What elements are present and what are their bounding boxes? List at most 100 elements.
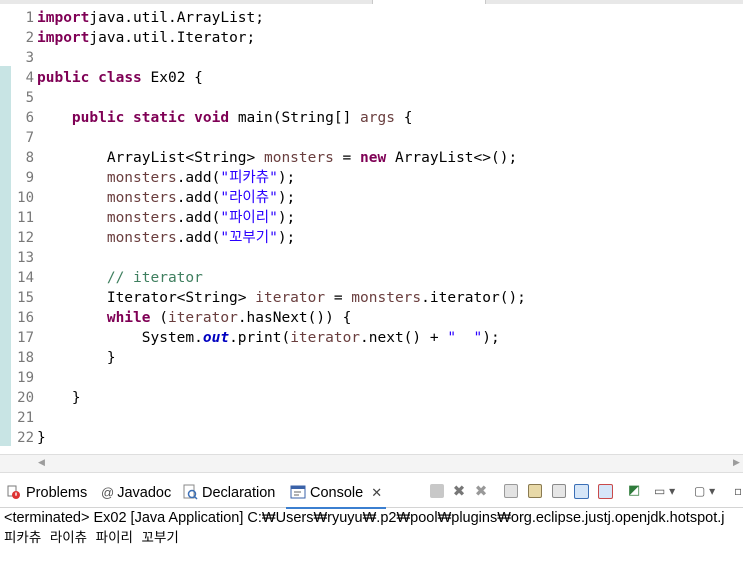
scroll-right-icon[interactable]: ▶: [733, 458, 740, 468]
editor-horizontal-scrollbar[interactable]: ◀ ▶: [0, 454, 743, 473]
code-text: while (iterator.hasNext()) {: [37, 308, 351, 328]
code-line: 10 monsters.add("라이츄");: [0, 188, 743, 208]
code-token: ArrayList<String>: [37, 150, 264, 166]
close-icon[interactable]: ✕: [371, 485, 382, 500]
tab-javadoc[interactable]: @ Javadoc: [101, 483, 171, 503]
code-token: );: [277, 230, 296, 246]
code-text: monsters.add("파이리");: [37, 208, 295, 228]
code-token: monsters: [106, 190, 177, 206]
code-token: System.: [37, 330, 203, 346]
code-line: 21: [0, 408, 743, 428]
pin-console-icon[interactable]: [574, 484, 589, 499]
tab-console[interactable]: Console ✕: [286, 481, 387, 509]
new-console-icon[interactable]: ▢ ▾: [694, 484, 720, 498]
tab-javadoc-label: Javadoc: [117, 485, 172, 501]
code-text: }: [37, 348, 116, 368]
code-text: ArrayList<String> monsters = new ArrayLi…: [37, 148, 517, 168]
line-number: 13: [17, 250, 34, 266]
code-line: 9 monsters.add("피카츄");: [0, 168, 743, 188]
code-token: // iterator: [106, 270, 203, 286]
line-number: 4: [25, 70, 34, 86]
minimize-icon[interactable]: ▫: [734, 484, 743, 498]
tab-problems[interactable]: Problems: [6, 483, 87, 503]
code-token: .hasNext()) {: [237, 310, 352, 326]
code-token: void: [194, 110, 230, 126]
line-number: 1: [25, 10, 34, 26]
remove-launch-icon[interactable]: ✖: [452, 484, 466, 499]
code-text: public class Ex02 {: [37, 68, 203, 88]
code-text: }: [37, 428, 46, 448]
code-text: }: [37, 388, 81, 408]
code-text: monsters.add("라이츄");: [37, 188, 295, 208]
code-token: class: [98, 70, 142, 86]
code-token: .iterator();: [421, 290, 526, 306]
code-token: ArrayList<>();: [386, 150, 518, 166]
code-token: "피카츄": [220, 170, 278, 186]
code-token: "파이리": [220, 210, 278, 226]
code-token: java.util.ArrayList;: [89, 10, 264, 26]
view-menu-icon[interactable]: ▭ ▾: [654, 484, 680, 498]
code-token: java.util.Iterator;: [89, 30, 256, 46]
code-token: );: [277, 190, 296, 206]
code-line: 11 monsters.add("파이리");: [0, 208, 743, 228]
line-number: 17: [17, 330, 34, 346]
code-line: 6 public static void main(String[] args …: [0, 108, 743, 128]
code-token: (: [150, 310, 168, 326]
code-line: 16 while (iterator.hasNext()) {: [0, 308, 743, 328]
code-token: monsters: [106, 230, 177, 246]
code-text: Iterator<String> iterator = monsters.ite…: [37, 288, 526, 308]
code-token: import: [37, 30, 90, 46]
clear-console-icon[interactable]: [504, 484, 518, 498]
code-token: }: [37, 430, 46, 446]
code-token: import: [37, 10, 90, 26]
code-token: "라이츄": [220, 190, 278, 206]
word-wrap-icon[interactable]: [552, 484, 566, 498]
code-line: 5: [0, 88, 743, 108]
code-line: 8 ArrayList<String> monsters = new Array…: [0, 148, 743, 168]
terminate-icon[interactable]: [430, 484, 444, 498]
display-console-icon[interactable]: [598, 484, 613, 499]
code-token: while: [106, 310, 151, 326]
scroll-left-icon[interactable]: ◀: [38, 458, 45, 468]
code-line: 7: [0, 128, 743, 148]
code-line: 20 }: [0, 388, 743, 408]
code-text: public static void main(String[] args {: [37, 108, 413, 128]
code-editor[interactable]: 1 importjava.util.ArrayList; 2 importjava.u…: [0, 4, 743, 454]
code-text: monsters.add("피카츄");: [37, 168, 295, 188]
code-token: {: [394, 110, 413, 126]
code-token: .add(: [176, 170, 221, 186]
code-text: System.out.print(iterator.next() + " ");: [37, 328, 500, 348]
code-token: }: [37, 390, 81, 406]
code-token: "꼬부기": [220, 230, 278, 246]
code-token: .print(: [229, 330, 291, 346]
code-line: 13: [0, 248, 743, 268]
code-token: iterator: [167, 310, 238, 326]
line-number: 21: [17, 410, 34, 426]
code-line: 17 System.out.print(iterator.next() + " …: [0, 328, 743, 348]
code-token: public: [71, 110, 125, 126]
line-number: 7: [25, 130, 34, 146]
line-number: 20: [17, 390, 34, 406]
code-token: .next() +: [360, 330, 448, 346]
code-token: out: [202, 330, 230, 346]
code-token: static: [133, 110, 186, 126]
open-console-icon[interactable]: ◩: [628, 484, 642, 498]
code-line: 1 importjava.util.ArrayList;: [0, 8, 743, 28]
code-text: importjava.util.ArrayList;: [37, 8, 264, 28]
line-number: 15: [17, 290, 34, 306]
scroll-lock-icon[interactable]: [528, 484, 542, 498]
remove-all-icon[interactable]: ✖: [474, 484, 488, 499]
code-line: 22}: [0, 428, 743, 448]
code-line: 4 public class Ex02 {: [0, 68, 743, 88]
console-output[interactable]: 피카츄 라이츄 파이리 꼬부기: [4, 528, 179, 548]
line-number: 5: [25, 90, 34, 106]
tab-declaration[interactable]: Declaration: [182, 483, 275, 503]
code-token: );: [277, 170, 296, 186]
